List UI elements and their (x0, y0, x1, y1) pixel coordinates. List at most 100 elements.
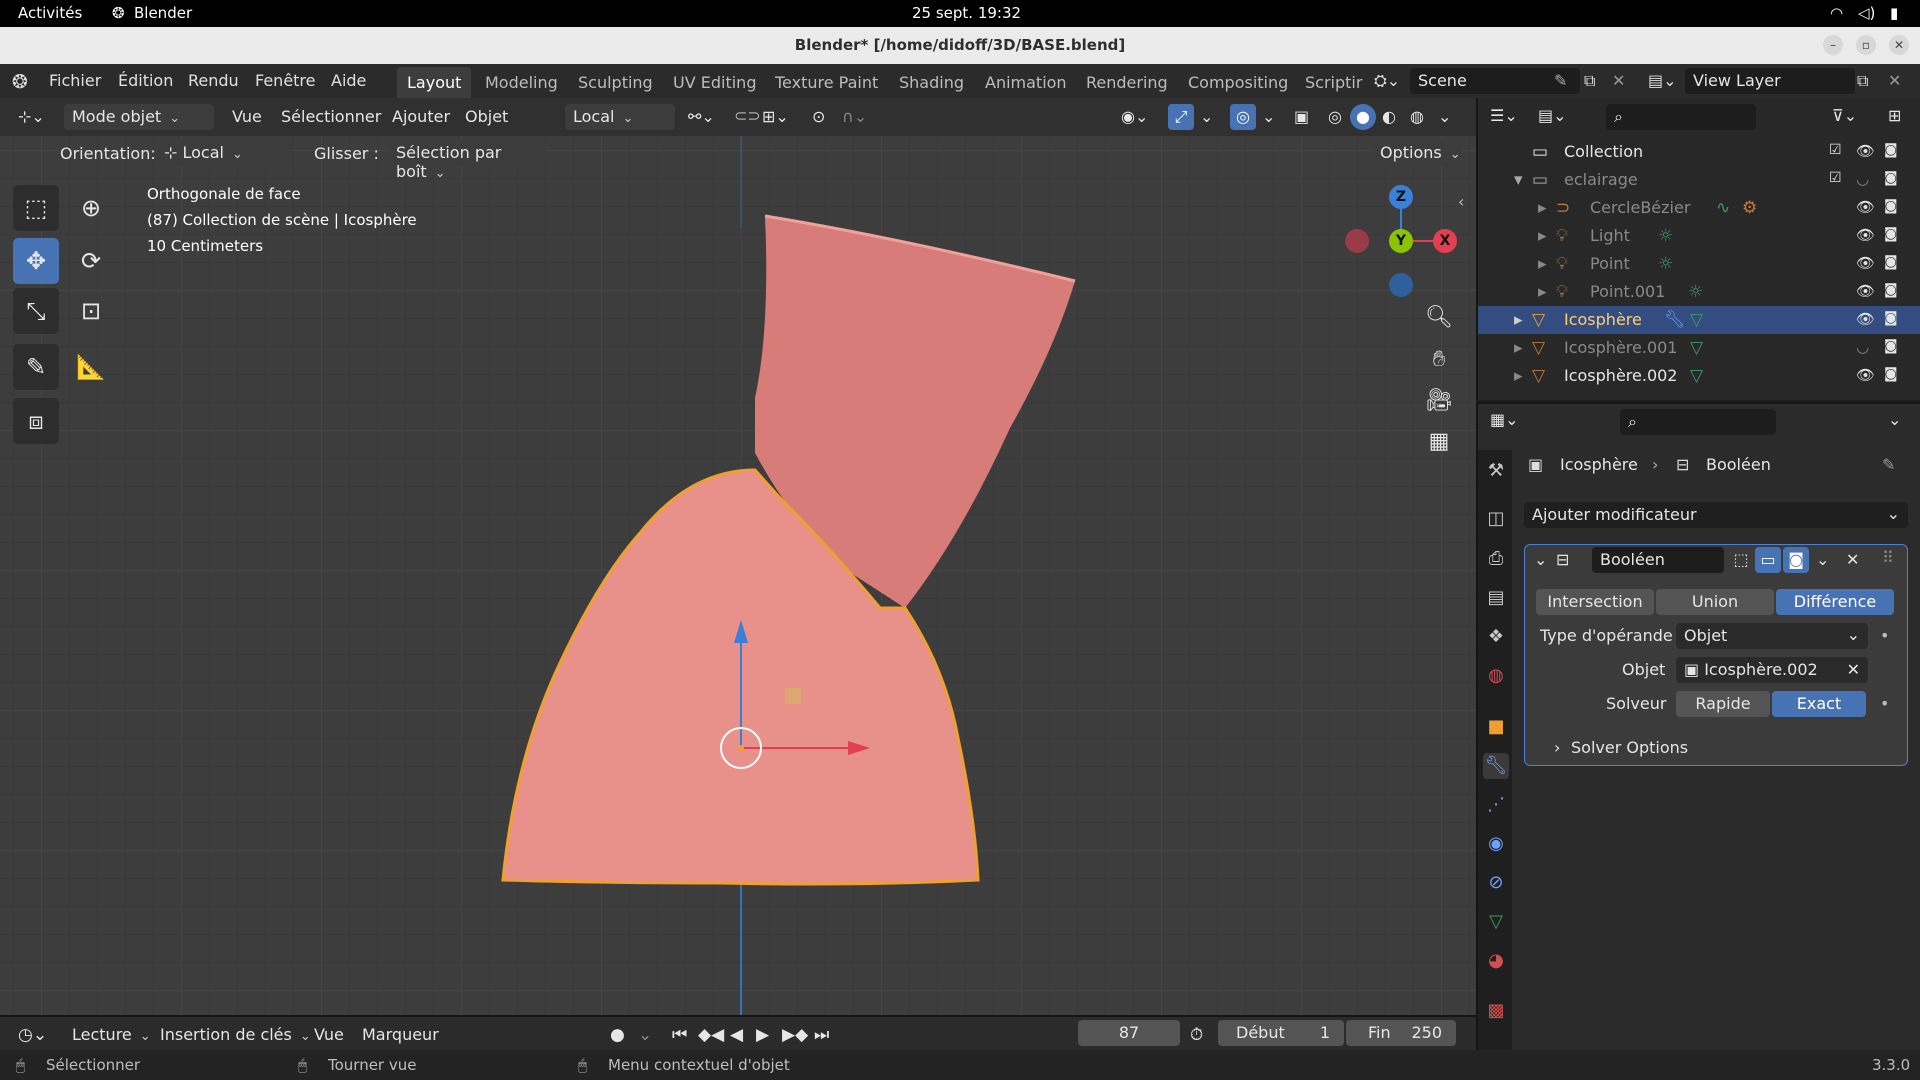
clock[interactable]: 25 sept. 19:32 (912, 4, 1021, 22)
menu-select[interactable]: Sélectionner (281, 107, 381, 126)
render-camera-icon[interactable]: ◙ (1884, 142, 1898, 158)
outliner-row-point-001[interactable]: ▸ 💡︎ Point.001 ☼ (1478, 278, 1920, 306)
expand-arrow-icon[interactable]: ▸ (1538, 254, 1547, 274)
add-cube-tool-icon[interactable]: ⧈ (13, 398, 59, 444)
tab-rendering[interactable]: Rendering (1076, 67, 1178, 98)
solid-shading-icon[interactable]: ● (1350, 104, 1376, 130)
new-collection-icon[interactable]: ⊞ (1888, 106, 1901, 125)
close-window-button[interactable]: ✕ (1889, 35, 1909, 55)
object-tab-icon[interactable]: ■ (1483, 714, 1509, 740)
overlay-toggle-icon[interactable]: ◎ (1230, 104, 1256, 130)
new-view-layer-icon[interactable]: ⧉ (1857, 71, 1868, 91)
gizmo-neg-x-ball[interactable] (1345, 229, 1369, 253)
wireframe-shading-icon[interactable]: ◎ (1328, 107, 1342, 126)
solver-options-toggle[interactable]: Solver Options (1571, 738, 1688, 757)
operation-intersection-button[interactable]: Intersection (1536, 589, 1654, 615)
expand-arrow-icon[interactable]: ▸ (1538, 226, 1547, 246)
snap-icon[interactable]: ⊂⊃ (734, 106, 761, 125)
properties-editor-icon[interactable]: ▦⌄ (1490, 410, 1519, 429)
playback-menu[interactable]: Lecture (72, 1025, 151, 1044)
prev-keyframe-icon[interactable]: ◆◀ (698, 1025, 724, 1045)
editor-type-icon[interactable]: ⊹⌄ (18, 107, 45, 126)
menu-add[interactable]: Ajouter (392, 107, 450, 126)
next-keyframe-icon[interactable]: ▶◆ (782, 1025, 808, 1045)
render-camera-icon[interactable]: ◙ (1884, 170, 1898, 186)
scene-tab-icon[interactable]: ❖ (1483, 624, 1509, 650)
outliner-row-icosphere-001[interactable]: ▸ ▽ Icosphère.001 ▽ (1478, 334, 1920, 362)
select-box-tool-icon[interactable]: ⬚ (13, 185, 59, 231)
render-toggle-icon[interactable]: ◙ (1783, 547, 1809, 573)
menu-edit[interactable]: Édition (118, 71, 173, 90)
pan-hand-icon[interactable]: ✋︎ (1419, 340, 1459, 380)
checkbox-icon[interactable]: ☑ (1829, 142, 1842, 158)
auto-keying-dropdown-icon[interactable]: ⌄ (638, 1025, 652, 1045)
gizmo-x-ball[interactable]: X (1433, 229, 1457, 253)
eye-icon[interactable]: 👁︎ (1856, 226, 1875, 244)
eye-icon[interactable]: 👁︎ (1856, 254, 1875, 272)
outliner-row-collection[interactable]: ▭ Collection (1478, 138, 1920, 166)
outliner-row-icosphere-002[interactable]: ▸ ▽ Icosphère.002 ▽ (1478, 362, 1920, 390)
options-dropdown[interactable]: Options (1372, 140, 1462, 166)
tab-texture-paint[interactable]: Texture Paint (765, 67, 888, 98)
current-frame-field[interactable]: 87 (1078, 1020, 1180, 1046)
proportional-edit-icon[interactable]: ⊙ (812, 107, 825, 126)
rendered-shading-icon[interactable]: ◍ (1410, 107, 1424, 126)
operand-type-dropdown[interactable]: Objet ⌄ (1676, 623, 1868, 649)
gizmo-neg-z-ball[interactable] (1389, 273, 1413, 297)
marker-menu[interactable]: Marqueur (362, 1025, 439, 1044)
expand-arrow-icon[interactable]: ▸ (1538, 198, 1547, 218)
activities-button[interactable]: Activités (18, 4, 82, 22)
keyframe-dot-icon[interactable]: • (1880, 694, 1889, 713)
checkbox-icon[interactable]: ☑ (1829, 170, 1842, 186)
expand-arrow-icon[interactable]: ▸ (1514, 366, 1523, 386)
particles-tab-icon[interactable]: ⋰ (1483, 792, 1509, 818)
blender-logo-icon[interactable]: ❂ (12, 71, 28, 93)
end-frame-field[interactable]: Fin 250 (1346, 1020, 1456, 1046)
app-menu[interactable]: Blender (134, 4, 192, 22)
maximize-button[interactable]: ▫ (1856, 35, 1876, 55)
pin-icon[interactable]: ✎ (1554, 71, 1567, 90)
rotate-tool-icon[interactable]: ⟳ (68, 238, 114, 284)
material-tab-icon[interactable]: ◕ (1483, 948, 1509, 974)
start-frame-field[interactable]: Début 1 (1218, 1020, 1344, 1046)
pin-icon[interactable]: ✎ (1882, 455, 1895, 474)
new-scene-icon[interactable]: ⧉ (1584, 71, 1595, 91)
eye-icon[interactable]: 👁︎ (1856, 198, 1875, 216)
gizmo-z-ball[interactable]: Z (1389, 185, 1413, 209)
physics-tab-icon[interactable]: ◉ (1483, 831, 1509, 857)
viewport-display-toggle-icon[interactable]: ▭ (1755, 547, 1781, 573)
render-camera-icon[interactable]: ◙ (1884, 198, 1898, 214)
render-camera-icon[interactable]: ◙ (1884, 310, 1898, 326)
outliner-editor-icon[interactable]: ☰⌄ (1490, 106, 1518, 125)
overlay-dropdown-icon[interactable]: ⌄ (1262, 107, 1275, 126)
filter-icon[interactable]: ⊽⌄ (1832, 106, 1857, 125)
delete-scene-icon[interactable]: ✕ (1612, 71, 1625, 90)
outliner-row-light[interactable]: ▸ 💡︎ Light ☼ (1478, 222, 1920, 250)
timeline-view-menu[interactable]: Vue (314, 1025, 344, 1044)
zoom-icon[interactable]: 🔍︎ (1419, 298, 1459, 338)
view-layer-icon[interactable]: ▤⌄ (1648, 71, 1677, 90)
stopwatch-icon[interactable]: ⏱ (1190, 1025, 1203, 1045)
add-modifier-dropdown[interactable]: Ajouter modificateur ⌄ (1524, 502, 1908, 528)
measure-tool-icon[interactable]: 📐 (68, 344, 114, 390)
tab-animation[interactable]: Animation (975, 67, 1077, 98)
jump-end-icon[interactable]: ⏭ (814, 1025, 829, 1045)
battery-icon[interactable]: ▮ (1890, 4, 1898, 22)
mode-dropdown[interactable]: Mode objet (64, 104, 214, 130)
tab-scripting[interactable]: Scriptir (1295, 67, 1372, 98)
tab-uv-editing[interactable]: UV Editing (663, 67, 766, 98)
snap-target-icon[interactable]: ⊞⌄ (762, 107, 789, 126)
material-shading-icon[interactable]: ◐ (1382, 107, 1396, 126)
solver-exact-button[interactable]: Exact (1772, 691, 1866, 717)
solver-options-chevron-icon[interactable]: › (1554, 738, 1560, 757)
object-field[interactable]: ▣ Icosphère.002 ✕ (1676, 657, 1868, 683)
transform-orientation-dropdown[interactable]: Local (565, 104, 675, 130)
render-camera-icon[interactable]: ◙ (1884, 226, 1898, 242)
annotate-tool-icon[interactable]: ✎ (13, 344, 59, 390)
render-camera-icon[interactable]: ◙ (1884, 282, 1898, 298)
scene-selector-icon[interactable]: ⛭⌄ (1374, 71, 1400, 91)
tab-shading[interactable]: Shading (889, 67, 974, 98)
move-tool-icon[interactable]: ✥ (13, 238, 59, 284)
properties-search-input[interactable]: ⌕ (1620, 409, 1776, 435)
expand-arrow-icon[interactable]: ▸ (1538, 282, 1547, 302)
